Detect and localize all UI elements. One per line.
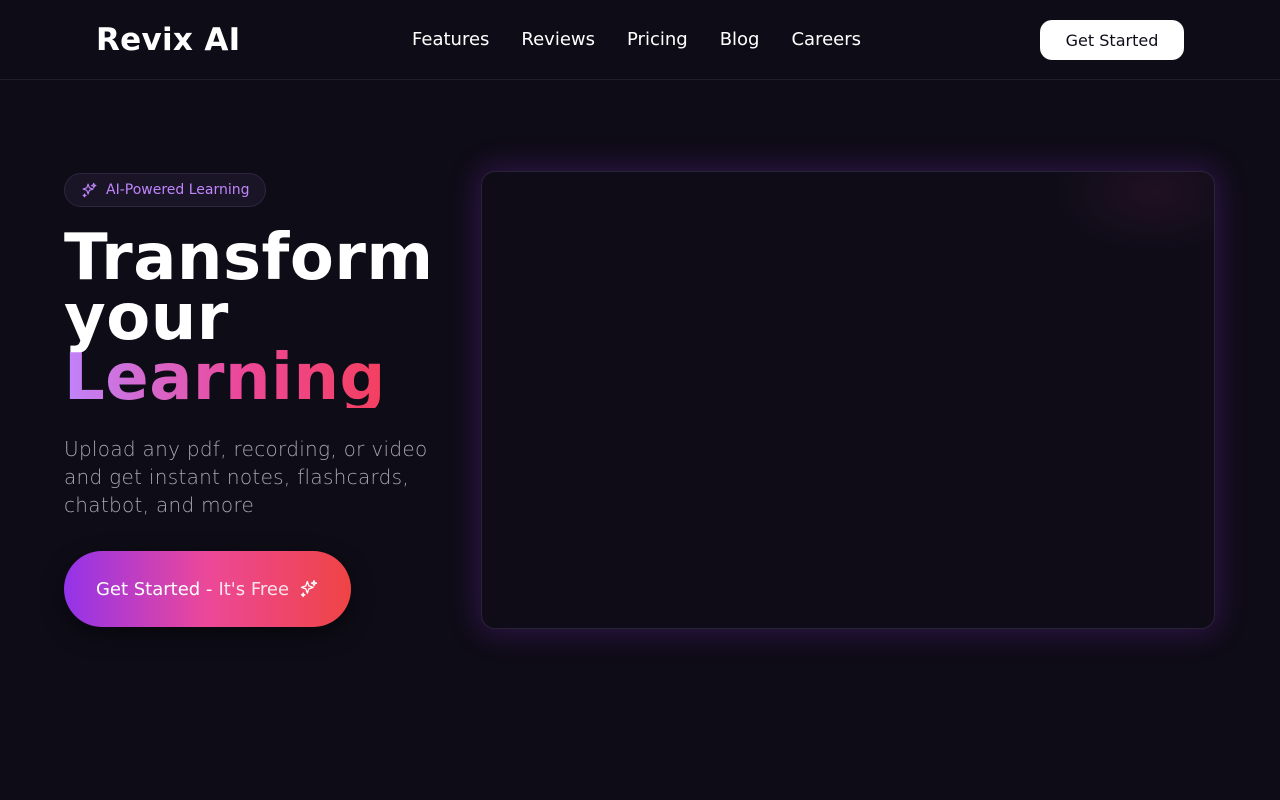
main-nav: Features Reviews Pricing Blog Careers xyxy=(412,28,861,52)
hero-headline: Transform your Learning xyxy=(64,221,464,415)
sparkles-icon xyxy=(82,182,97,197)
headline-line-2: your xyxy=(64,281,229,355)
nav-link-pricing[interactable]: Pricing xyxy=(627,28,688,52)
nav-link-reviews[interactable]: Reviews xyxy=(521,28,595,52)
headline-highlight: Learning xyxy=(64,341,386,415)
cta-main-label: Get Started - xyxy=(95,578,213,600)
nav-link-careers[interactable]: Careers xyxy=(791,28,861,52)
cta-sub-label: It's Free xyxy=(218,578,290,600)
badge-label: AI-Powered Learning xyxy=(106,182,250,198)
ai-badge: AI-Powered Learning xyxy=(64,173,266,207)
product-preview-panel xyxy=(481,171,1215,629)
headline-line-1: Transform xyxy=(64,221,434,295)
header-get-started-button[interactable]: Get Started xyxy=(1040,20,1184,60)
hero-subtext: Upload any pdf, recording, or video and … xyxy=(64,437,428,517)
preview-glow xyxy=(1054,172,1214,252)
site-header: Revix AI Features Reviews Pricing Blog C… xyxy=(0,0,1280,80)
nav-link-blog[interactable]: Blog xyxy=(720,28,760,52)
brand-logo[interactable]: Revix AI xyxy=(96,20,240,60)
hero-get-started-button[interactable]: Get Started - It's Free xyxy=(64,551,351,627)
nav-link-features[interactable]: Features xyxy=(412,28,489,52)
sparkles-icon xyxy=(300,580,318,598)
